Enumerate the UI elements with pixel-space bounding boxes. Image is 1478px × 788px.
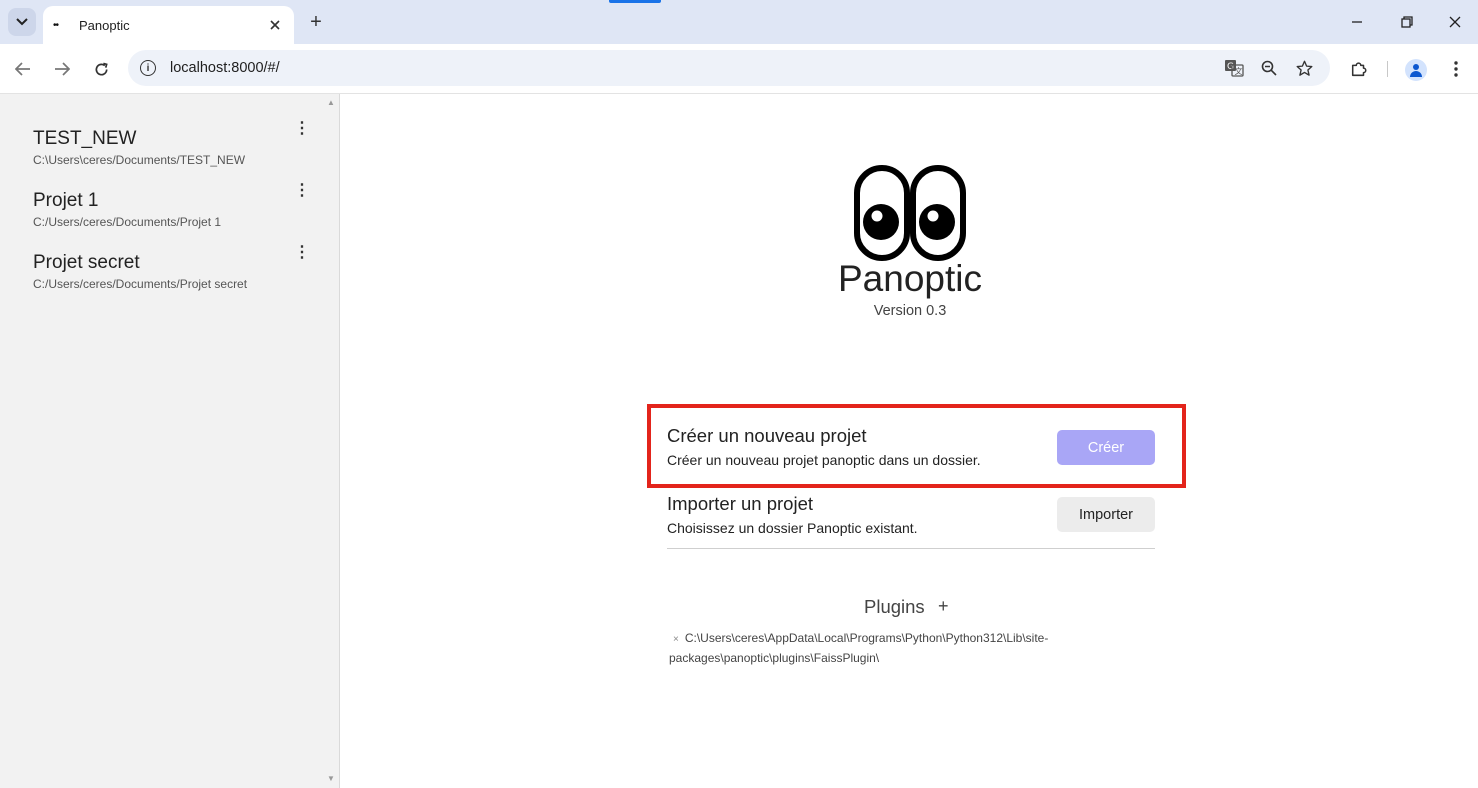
tab-list-button[interactable] xyxy=(8,8,36,36)
address-bar[interactable]: i localhost:8000/#/ G文 xyxy=(128,50,1330,86)
project-name: Projet secret xyxy=(33,252,140,273)
restore-button[interactable] xyxy=(1392,10,1422,34)
restore-icon xyxy=(1401,16,1413,28)
browser-tab[interactable]: •• Panoptic xyxy=(43,6,294,44)
toolbar-divider xyxy=(1387,61,1388,77)
close-window-button[interactable] xyxy=(1440,10,1470,34)
plugin-path: C:\Users\ceres\AppData\Local\Programs\Py… xyxy=(669,631,1049,665)
info-icon[interactable]: i xyxy=(140,60,156,76)
project-item[interactable]: Projet secret C:/Users/ceres/Documents/P… xyxy=(33,244,313,291)
more-vert-icon[interactable]: ⋮ xyxy=(294,242,310,262)
arrow-right-icon xyxy=(55,62,70,76)
url-text[interactable]: localhost:8000/#/ xyxy=(170,60,280,76)
panoptic-logo xyxy=(854,165,966,261)
more-vert-icon[interactable]: ⋮ xyxy=(294,180,310,200)
scroll-down-icon[interactable]: ▼ xyxy=(327,774,335,783)
app-name: Panoptic xyxy=(838,258,982,299)
project-path: C:/Users/ceres/Documents/Projet secret xyxy=(33,277,248,291)
back-button[interactable] xyxy=(10,56,36,82)
svg-text:G: G xyxy=(1227,62,1234,72)
puzzle-icon[interactable] xyxy=(1347,57,1371,81)
plus-icon[interactable]: + xyxy=(938,596,949,617)
highlight-box xyxy=(647,404,1186,488)
import-project-row: Importer un projet Choisissez un dossier… xyxy=(667,493,1155,537)
zoom-out-icon[interactable] xyxy=(1259,59,1279,77)
project-sidebar: TEST_NEW C:\Users\ceres/Documents/TEST_N… xyxy=(0,94,322,788)
arrow-left-icon xyxy=(15,62,30,76)
project-path: C:\Users\ceres/Documents/TEST_NEW xyxy=(33,153,246,167)
project-name: Projet 1 xyxy=(33,190,99,211)
minimize-icon xyxy=(1352,21,1362,23)
import-button[interactable]: Importer xyxy=(1057,497,1155,532)
project-item[interactable]: Projet 1 C:/Users/ceres/Documents/Projet… xyxy=(33,182,313,229)
sidebar-scrollbar[interactable]: ▲ ▼ xyxy=(322,94,340,788)
eyes-icon: •• xyxy=(53,19,59,31)
project-item[interactable]: TEST_NEW C:\Users\ceres/Documents/TEST_N… xyxy=(33,120,313,167)
app-version: Version 0.3 xyxy=(873,303,947,319)
close-icon xyxy=(1449,16,1461,28)
browser-toolbar: i localhost:8000/#/ G文 xyxy=(0,44,1478,94)
reload-button[interactable] xyxy=(88,56,114,82)
chevron-down-icon xyxy=(16,18,28,26)
star-icon[interactable] xyxy=(1294,59,1314,77)
plugin-item: × C:\Users\ceres\AppData\Local\Programs\P… xyxy=(669,629,1089,667)
browser-tab-bar: •• Panoptic + xyxy=(0,0,1478,44)
project-name: TEST_NEW xyxy=(33,128,137,149)
tab-strip-accent xyxy=(609,0,661,3)
reload-icon xyxy=(95,62,108,75)
tab-title: Panoptic xyxy=(79,17,130,33)
more-vert-icon[interactable] xyxy=(1444,57,1468,81)
close-icon[interactable] xyxy=(266,16,284,34)
new-tab-button[interactable]: + xyxy=(304,10,328,34)
plus-icon: + xyxy=(310,10,322,33)
close-icon[interactable]: × xyxy=(673,634,679,645)
avatar-icon[interactable] xyxy=(1405,59,1427,81)
plugins-title: Plugins xyxy=(864,596,925,617)
scroll-up-icon[interactable]: ▲ xyxy=(327,98,335,107)
project-path: C:/Users/ceres/Documents/Projet 1 xyxy=(33,215,222,229)
more-vert-icon[interactable]: ⋮ xyxy=(294,118,310,138)
svg-text:文: 文 xyxy=(1235,66,1243,76)
minimize-button[interactable] xyxy=(1342,10,1372,34)
translate-icon[interactable]: G文 xyxy=(1224,59,1244,77)
section-divider xyxy=(667,548,1155,549)
forward-button[interactable] xyxy=(49,56,75,82)
